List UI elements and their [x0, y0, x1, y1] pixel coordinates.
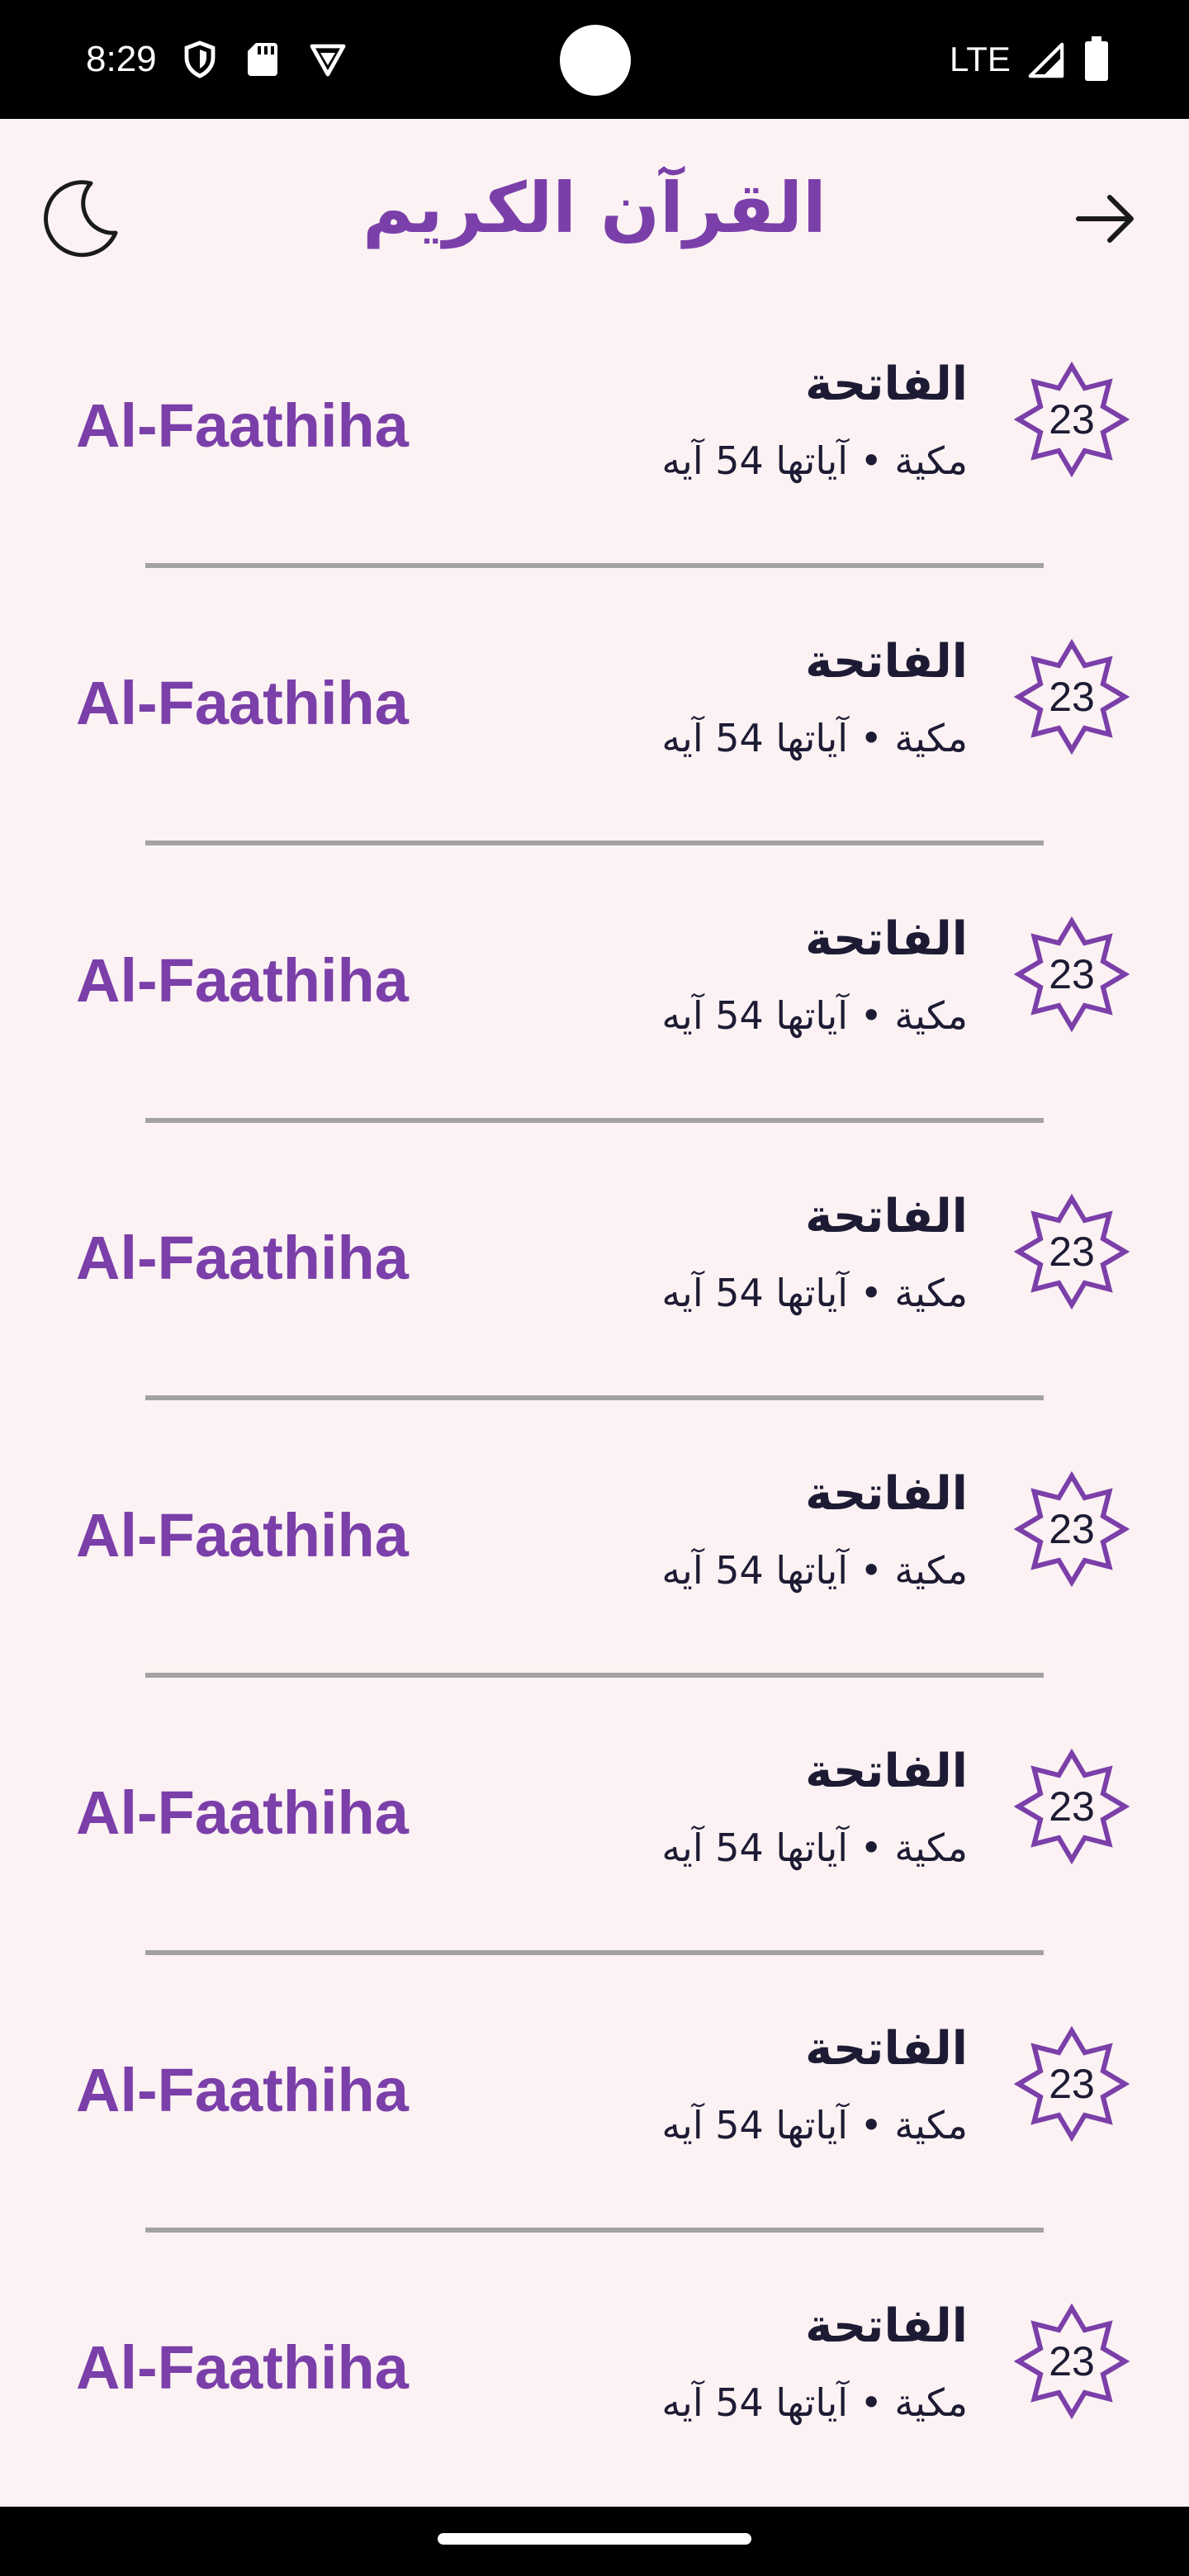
app-header: القرآن الكريم	[0, 119, 1189, 314]
surah-row[interactable]: Al-Faathiha الفاتحة مكية • آياتها 54 آيه…	[0, 902, 1189, 1179]
surah-number: 23	[1049, 2338, 1095, 2384]
surah-arabic-name: الفاتحة	[805, 2022, 968, 2076]
surah-arabic-name: الفاتحة	[805, 1467, 968, 1521]
divider	[145, 1118, 1044, 1123]
surah-row[interactable]: Al-Faathiha الفاتحة مكية • آياتها 54 آيه…	[0, 1456, 1189, 1734]
navigation-bar	[0, 2507, 1189, 2576]
surah-arabic-name: الفاتحة	[805, 1745, 968, 1798]
surah-number: 23	[1049, 1229, 1095, 1275]
surah-meta: مكية • آياتها 54 آيه	[661, 716, 968, 760]
sd-card-icon	[244, 40, 281, 83]
surah-row[interactable]: Al-Faathiha الفاتحة مكية • آياتها 54 آيه…	[0, 2011, 1189, 2289]
surah-english-name: Al-Faathiha	[76, 946, 409, 1015]
surah-arabic-name: الفاتحة	[805, 635, 968, 689]
surah-row[interactable]: Al-Faathiha الفاتحة مكية • آياتها 54 آيه…	[0, 624, 1189, 902]
surah-meta: مكية • آياتها 54 آيه	[661, 2380, 968, 2425]
surah-row[interactable]: Al-Faathiha الفاتحة مكية • آياتها 54 آيه…	[0, 1179, 1189, 1456]
surah-number: 23	[1049, 951, 1095, 997]
surah-arabic-name: الفاتحة	[805, 358, 968, 411]
shield-icon	[180, 40, 220, 83]
surah-meta: مكية • آياتها 54 آيه	[661, 993, 968, 1038]
surah-english-name: Al-Faathiha	[76, 669, 409, 737]
surah-english-name: Al-Faathiha	[76, 1778, 409, 1847]
surah-meta: مكية • آياتها 54 آيه	[661, 1825, 968, 1870]
surah-english-name: Al-Faathiha	[76, 1224, 409, 1292]
divider	[145, 1673, 1044, 1678]
surah-meta: مكية • آياتها 54 آيه	[661, 1548, 968, 1593]
surah-row[interactable]: Al-Faathiha الفاتحة مكية • آياتها 54 آيه…	[0, 347, 1189, 624]
surah-meta: مكية • آياتها 54 آيه	[661, 2103, 968, 2147]
surah-number: 23	[1049, 2061, 1095, 2107]
surah-english-name: Al-Faathiha	[76, 1501, 409, 1570]
surah-number: 23	[1049, 1783, 1095, 1830]
divider	[145, 841, 1044, 845]
surah-list: Al-Faathiha الفاتحة مكية • آياتها 54 آيه…	[0, 347, 1189, 2566]
surah-english-name: Al-Faathiha	[76, 2056, 409, 2124]
battery-icon	[1085, 36, 1108, 84]
surah-arabic-name: الفاتحة	[805, 1190, 968, 1243]
surah-number: 23	[1049, 396, 1095, 443]
network-type: LTE	[950, 40, 1011, 78]
signal-icon	[1027, 41, 1065, 83]
divider	[145, 2228, 1044, 2233]
divider	[145, 563, 1044, 568]
surah-meta: مكية • آياتها 54 آيه	[661, 1271, 968, 1315]
camera-cutout	[560, 25, 631, 96]
status-time: 8:29	[86, 39, 157, 79]
surah-english-name: Al-Faathiha	[76, 2333, 409, 2402]
surah-english-name: Al-Faathiha	[76, 391, 409, 460]
surah-meta: مكية • آياتها 54 آيه	[661, 438, 968, 483]
vpn-badge-icon	[307, 40, 348, 83]
surah-arabic-name: الفاتحة	[805, 2299, 968, 2353]
divider	[145, 1395, 1044, 1400]
home-indicator[interactable]	[438, 2533, 751, 2545]
surah-number: 23	[1049, 674, 1095, 720]
arrow-right-icon[interactable]	[1070, 183, 1141, 254]
surah-number: 23	[1049, 1506, 1095, 1552]
page-title: القرآن الكريم	[362, 168, 827, 249]
divider	[145, 1950, 1044, 1955]
surah-arabic-name: الفاتحة	[805, 912, 968, 966]
status-bar: 8:29 LTE	[0, 0, 1189, 119]
surah-row[interactable]: Al-Faathiha الفاتحة مكية • آياتها 54 آيه…	[0, 1734, 1189, 2011]
